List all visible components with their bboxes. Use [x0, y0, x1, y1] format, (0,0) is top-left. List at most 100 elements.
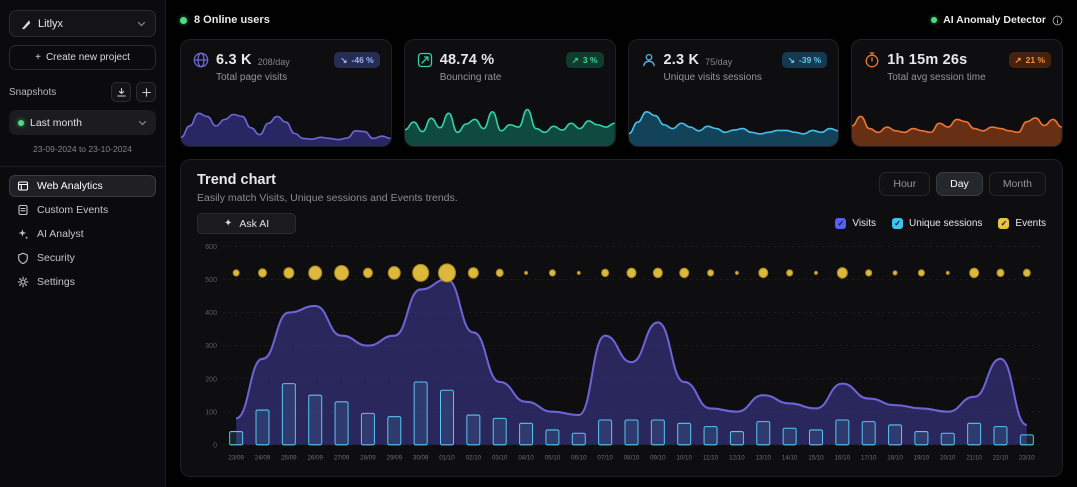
svg-text:08/10: 08/10 — [624, 454, 640, 461]
stat-card-total-page-visits[interactable]: 6.3 K 208/day ↘-46 % Total page visits — [180, 39, 392, 147]
create-project-button[interactable]: + Create new project — [9, 45, 156, 70]
svg-text:500: 500 — [205, 275, 217, 284]
stat-label: Unique visits sessions — [664, 72, 828, 83]
trend-down-icon: ↘ — [788, 55, 795, 66]
add-snapshot-button[interactable] — [136, 82, 156, 102]
trend-subtitle: Easily match Visits, Unique sessions and… — [197, 192, 458, 204]
timer-icon — [863, 51, 881, 69]
svg-text:400: 400 — [205, 308, 217, 317]
svg-text:600: 600 — [205, 242, 217, 251]
svg-text:18/10: 18/10 — [887, 454, 903, 461]
checkbox-events[interactable]: ✓ — [998, 218, 1009, 229]
granularity-hour-button[interactable]: Hour — [879, 172, 930, 196]
legend-unique-sessions[interactable]: ✓ Unique sessions — [892, 218, 982, 229]
sidebar-item-settings[interactable]: Settings — [9, 271, 156, 293]
checkbox-visits[interactable]: ✓ — [835, 218, 846, 229]
svg-text:19/10: 19/10 — [914, 454, 930, 461]
svg-text:13/10: 13/10 — [756, 454, 772, 461]
trend-up-icon: ↗ — [1015, 55, 1022, 66]
snapshot-value: Last month — [30, 117, 82, 129]
svg-text:09/10: 09/10 — [650, 454, 666, 461]
sidebar-nav: Web Analytics Custom Events AI Analyst S… — [9, 175, 156, 293]
legend-events[interactable]: ✓ Events — [998, 218, 1046, 229]
svg-text:24/09: 24/09 — [255, 454, 271, 461]
sidebar: Litlyx + Create new project Snapshots La… — [0, 0, 166, 487]
snapshot-select[interactable]: Last month — [9, 110, 156, 135]
project-selector[interactable]: Litlyx — [9, 10, 156, 37]
anomaly-status-dot — [931, 17, 937, 23]
stat-label: Total avg session time — [887, 72, 1051, 83]
snapshot-date-range: 23-09-2024 to 23-10-2024 — [9, 144, 156, 154]
trend-chart[interactable]: 010020030040050060023/0924/0925/0926/092… — [197, 238, 1046, 468]
sparkline-chart — [852, 100, 1062, 146]
granularity-switch: Hour Day Month — [879, 172, 1046, 196]
svg-text:300: 300 — [205, 341, 217, 350]
stat-rate: 208/day — [258, 57, 290, 67]
stat-label: Total page visits — [216, 72, 380, 83]
topbar: 8 Online users AI Anomaly Detector — [180, 11, 1063, 29]
trend-down-icon: ↘ — [340, 55, 347, 66]
svg-text:0: 0 — [213, 440, 217, 449]
sidebar-item-custom-events[interactable]: Custom Events — [9, 199, 156, 221]
sidebar-item-ai-analyst[interactable]: AI Analyst — [9, 223, 156, 245]
ask-ai-button[interactable]: ✦ Ask AI — [197, 213, 296, 234]
snapshots-header: Snapshots — [9, 82, 156, 102]
svg-text:11/10: 11/10 — [703, 454, 718, 461]
svg-text:02/10: 02/10 — [466, 454, 482, 461]
granularity-month-button[interactable]: Month — [989, 172, 1046, 196]
svg-text:16/10: 16/10 — [835, 454, 851, 461]
svg-text:21/10: 21/10 — [966, 454, 982, 461]
legend-visits[interactable]: ✓ Visits — [835, 218, 876, 229]
sparkline-chart — [405, 100, 615, 146]
bounce-icon — [416, 51, 434, 69]
app-root: Litlyx + Create new project Snapshots La… — [0, 0, 1077, 487]
online-users: 8 Online users — [180, 14, 270, 26]
svg-text:23/10: 23/10 — [1019, 454, 1035, 461]
trend-up-icon: ↗ — [572, 55, 579, 66]
plus-icon — [141, 87, 152, 98]
shield-icon — [17, 252, 29, 264]
globe-icon — [192, 51, 210, 69]
litlyx-logo-icon — [19, 18, 31, 30]
stat-value: 1h 15m 26s — [887, 52, 967, 68]
svg-text:05/10: 05/10 — [545, 454, 561, 461]
checkbox-unique-sessions[interactable]: ✓ — [892, 218, 903, 229]
trend-chart-card: Trend chart Easily match Visits, Unique … — [180, 159, 1063, 477]
granularity-day-button[interactable]: Day — [936, 172, 983, 196]
project-name: Litlyx — [38, 18, 63, 30]
svg-text:03/10: 03/10 — [492, 454, 508, 461]
stat-value: 2.3 K — [664, 52, 700, 68]
svg-text:23/09: 23/09 — [228, 454, 244, 461]
svg-text:27/09: 27/09 — [334, 454, 350, 461]
sparkles-icon — [17, 228, 29, 240]
svg-text:14/10: 14/10 — [782, 454, 798, 461]
trend-badge: ↗21 % — [1009, 52, 1052, 68]
svg-text:01/10: 01/10 — [439, 454, 455, 461]
stat-cards: 6.3 K 208/day ↘-46 % Total page visits 4… — [180, 39, 1063, 147]
sidebar-item-web-analytics[interactable]: Web Analytics — [9, 175, 156, 197]
svg-text:20/10: 20/10 — [940, 454, 956, 461]
stat-card-unique-visits-sessions[interactable]: 2.3 K 75/day ↘-39 % Unique visits sessio… — [628, 39, 840, 147]
sidebar-divider — [0, 166, 165, 167]
trend-badge: ↘-46 % — [334, 52, 379, 68]
info-icon[interactable] — [1052, 15, 1063, 26]
stat-card-bouncing-rate[interactable]: 48.74 % ↗3 % Bouncing rate — [404, 39, 616, 147]
chevron-down-icon — [137, 21, 146, 27]
export-snapshot-button[interactable] — [111, 82, 131, 102]
svg-text:30/09: 30/09 — [413, 454, 429, 461]
stat-rate: 75/day — [705, 57, 732, 67]
sparkle-icon: ✦ — [224, 218, 232, 229]
ai-anomaly-detector[interactable]: AI Anomaly Detector — [931, 14, 1063, 26]
trend-badge: ↗3 % — [566, 52, 604, 68]
sidebar-item-security[interactable]: Security — [9, 247, 156, 269]
stat-card-avg-session-time[interactable]: 1h 15m 26s ↗21 % Total avg session time — [851, 39, 1063, 147]
svg-text:12/10: 12/10 — [729, 454, 745, 461]
svg-text:29/09: 29/09 — [387, 454, 403, 461]
sparkline-chart — [181, 100, 391, 146]
stat-value: 6.3 K — [216, 52, 252, 68]
main-content: 8 Online users AI Anomaly Detector 6.3 K… — [166, 0, 1077, 487]
svg-text:22/10: 22/10 — [993, 454, 1009, 461]
download-icon — [116, 87, 127, 98]
svg-text:26/09: 26/09 — [307, 454, 323, 461]
user-icon — [640, 51, 658, 69]
